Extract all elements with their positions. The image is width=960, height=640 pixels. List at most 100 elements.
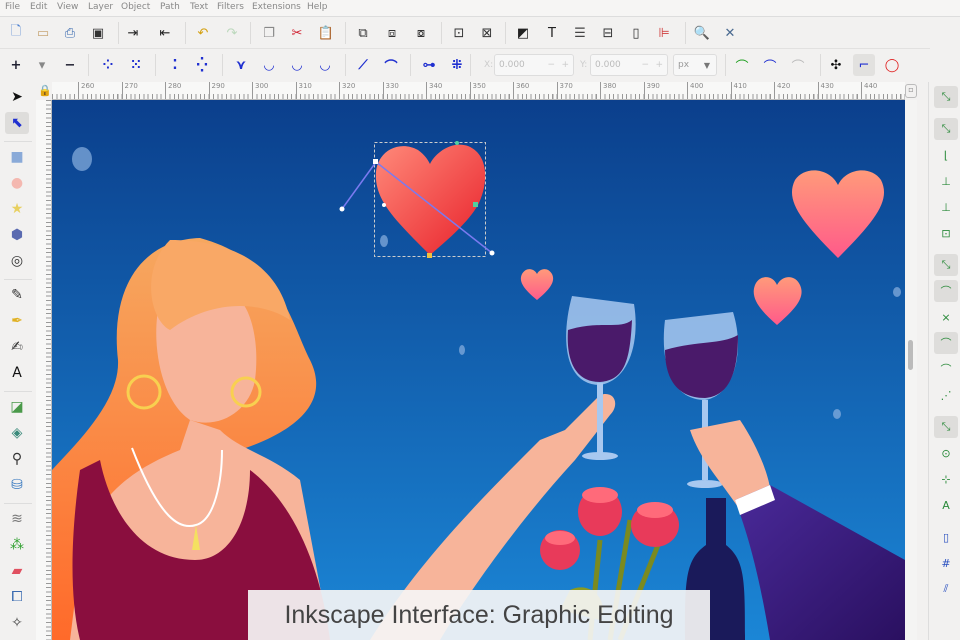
delete-segment-icon[interactable]: ⁛ [191,54,213,76]
vertical-scrollbar[interactable] [905,100,917,640]
gradient-tool-icon[interactable]: ◪ [5,396,29,418]
paint-bucket-tool-icon[interactable]: ⛁ [5,474,29,496]
star-tool-icon[interactable]: ★ [5,198,29,220]
pencil-tool-icon[interactable]: ✎ [5,284,29,306]
segment-line-icon[interactable]: ⟋ [352,54,374,76]
menu-file[interactable]: File [5,2,20,12]
menu-view[interactable]: View [57,2,78,12]
snap-text-baseline-icon[interactable]: A [934,494,958,516]
snap-intersection-icon[interactable]: ⨯ [934,306,958,328]
lock-guides-icon[interactable]: 🔒 [38,84,52,97]
menu-text[interactable]: Text [190,2,208,12]
rectangle-tool-icon[interactable]: ■ [5,146,29,168]
node-tool-icon[interactable]: ⬉ [5,112,29,134]
spray-tool-icon[interactable]: ⁂ [5,534,29,556]
menu-filters[interactable]: Filters [217,2,244,12]
xml-editor-icon[interactable]: ⊟ [597,22,619,44]
eraser-tool-icon[interactable]: ▰ [5,560,29,582]
drawing-canvas[interactable] [52,100,905,640]
copy-icon[interactable]: ❐ [258,22,280,44]
text-tool-icon[interactable]: A [5,362,29,384]
text-font-icon[interactable]: T [541,22,563,44]
snap-page-icon[interactable]: ▯ [934,526,958,548]
snap-bbox-edge-icon[interactable]: ⌊ [934,144,958,166]
dropper-tool-icon[interactable]: ⚲ [5,448,29,470]
connector-tool-icon[interactable]: ⧠ [5,586,29,608]
zoom-drawing-icon[interactable]: ⊠ [476,22,498,44]
edit-clip-icon[interactable]: ⌒ [759,54,781,76]
measure-tool-icon[interactable]: ✧ [5,612,29,634]
undo-icon[interactable]: ↶ [192,22,214,44]
vertical-ruler[interactable] [36,100,52,640]
open-icon[interactable]: ▭ [32,22,54,44]
y-coordinate-input[interactable]: 0.000 − + [590,54,668,76]
snap-center-icon[interactable]: ⊙ [934,442,958,464]
clone-icon[interactable]: ⧈ [381,22,403,44]
preferences-icon[interactable]: ✕ [719,22,741,44]
snap-others-icon[interactable]: ⤡ [934,416,958,438]
spiral-tool-icon[interactable]: ◎ [5,250,29,272]
edit-mask-icon[interactable]: ⌒ [787,54,809,76]
snap-cusp-icon[interactable]: ⌒ [934,332,958,354]
objects-icon[interactable]: ▯ [625,22,647,44]
duplicate-icon[interactable]: ⧉ [352,22,374,44]
paste-icon[interactable]: 📋 [315,22,337,44]
tweak-tool-icon[interactable]: ≋ [5,508,29,530]
snap-guide-icon[interactable]: ⫽ [934,578,958,600]
pen-tool-icon[interactable]: ✒ [5,310,29,332]
break-path-icon[interactable]: ⁙ [125,54,147,76]
document-properties-icon[interactable]: 🔍 [691,22,713,44]
insert-node-icon[interactable]: + [5,54,27,76]
stroke-to-path-icon[interactable]: ⁜ [446,54,468,76]
snap-grid-icon[interactable]: # [934,552,958,574]
ellipse-tool-icon[interactable]: ● [5,172,29,194]
unlink-clone-icon[interactable]: ⧇ [410,22,432,44]
menu-edit[interactable]: Edit [30,2,47,12]
unit-select[interactable]: px ▼ [673,54,717,76]
node-symmetric-icon[interactable]: ◡ [286,54,308,76]
snap-bbox-center-icon[interactable]: ⊡ [934,222,958,244]
x-decrement[interactable]: − [547,60,555,70]
menu-extensions[interactable]: Extensions [252,2,301,12]
menu-path[interactable]: Path [160,2,180,12]
x-increment[interactable]: + [561,60,569,70]
menu-object[interactable]: Object [121,2,150,12]
x-coordinate-input[interactable]: 0.000 − + [494,54,574,76]
object-to-path-icon[interactable]: ⊶ [418,54,440,76]
snap-nodes-icon[interactable]: ⤡ [934,254,958,276]
menu-layer[interactable]: Layer [88,2,113,12]
node-cusp-icon[interactable]: ⋎ [230,54,252,76]
show-handles-icon[interactable]: ⌐ [853,54,875,76]
delete-node-icon[interactable]: − [59,54,81,76]
export-icon[interactable]: ⇤ [154,22,176,44]
join-segment-icon[interactable]: ⁚ [164,54,186,76]
menu-help[interactable]: Help [307,2,328,12]
snap-enable-icon[interactable]: ⤡ [934,86,958,108]
show-path-outline-icon[interactable]: ◯ [881,54,903,76]
show-transform-handles-icon[interactable]: ✣ [825,54,847,76]
snap-smooth-icon[interactable]: ⌒ [934,358,958,380]
node-smooth-icon[interactable]: ◡ [258,54,280,76]
join-nodes-icon[interactable]: ⁘ [97,54,119,76]
selector-tool-icon[interactable]: ➤ [5,86,29,108]
calligraphy-tool-icon[interactable]: ✍ [5,336,29,358]
snap-bbox-midpoint-icon[interactable]: ⊥ [934,196,958,218]
3d-box-tool-icon[interactable]: ⬢ [5,224,29,246]
snap-bbox-corner-icon[interactable]: ⊥ [934,170,958,192]
cut-icon[interactable]: ✂ [286,22,308,44]
next-path-effect-param-icon[interactable]: ⌒ [731,54,753,76]
zoom-correction-icon[interactable]: ▫ [905,84,917,98]
zoom-selection-icon[interactable]: ⊡ [448,22,470,44]
y-decrement[interactable]: − [641,60,649,70]
redo-icon[interactable]: ↷ [221,22,243,44]
snap-path-icon[interactable]: ⌒ [934,280,958,302]
import-icon[interactable]: ⇥ [122,22,144,44]
vertical-scrollbar-thumb[interactable] [908,340,913,370]
new-document-icon[interactable]: 🗋 [5,22,27,44]
node-auto-icon[interactable]: ◡ [314,54,336,76]
fill-stroke-icon[interactable]: ◩ [512,22,534,44]
horizontal-ruler[interactable]: 260 270 280 290 300 310 320 330 340 350 360 370 380 3… [52,82,905,100]
y-increment[interactable]: + [655,60,663,70]
save-icon[interactable]: ▣ [87,22,109,44]
segment-curve-icon[interactable]: ⌒ [380,54,402,76]
